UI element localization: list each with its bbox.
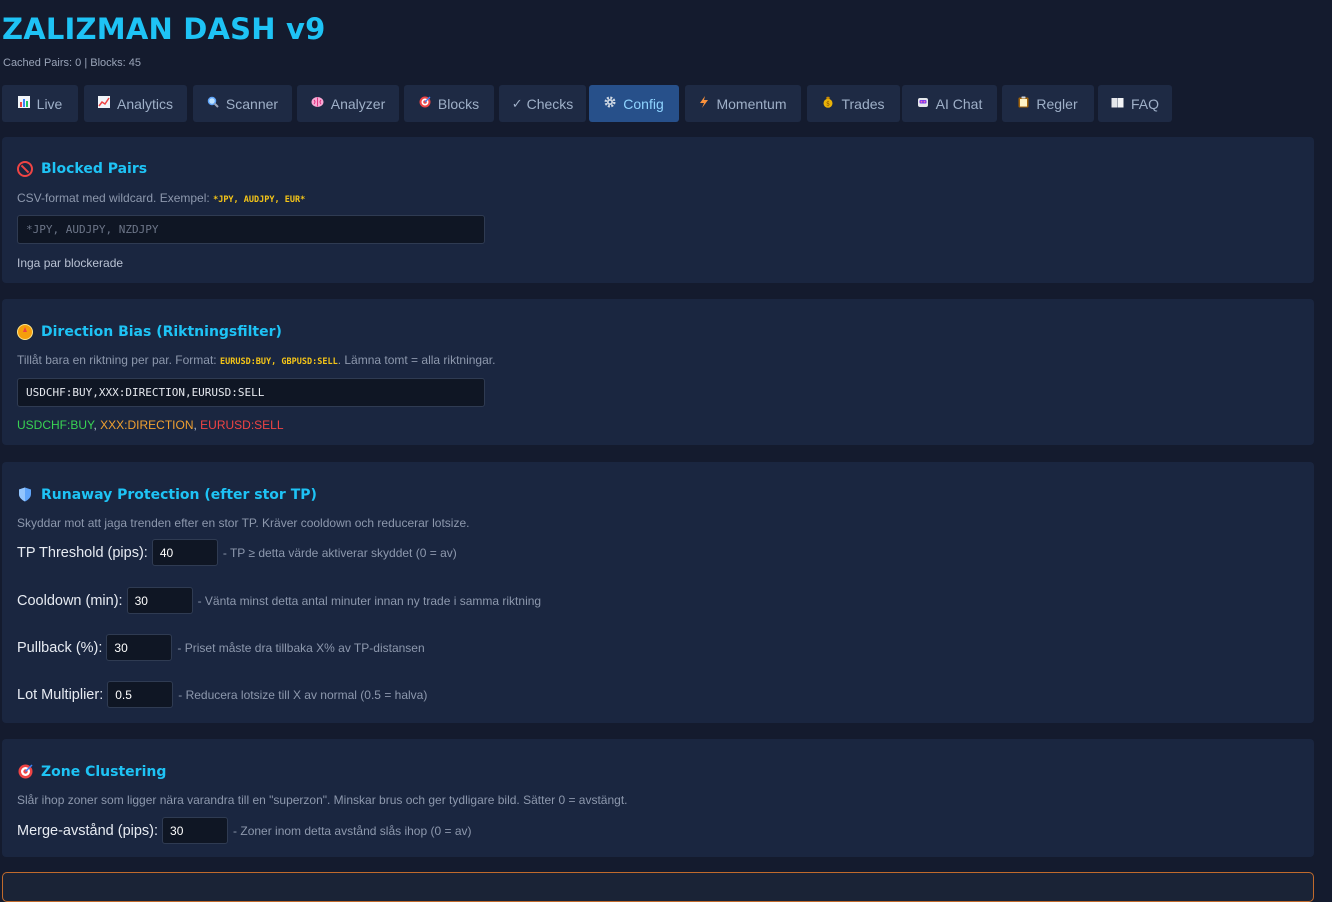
bar-chart-icon <box>17 96 30 111</box>
book-icon <box>1111 97 1124 111</box>
bias-token-direction: XXX:DIRECTION <box>100 418 194 432</box>
tab-label: Config <box>623 95 664 112</box>
tab-label: Analyzer <box>330 95 386 112</box>
cooldown-label: Cooldown (min): <box>17 592 123 609</box>
svg-text:$: $ <box>827 101 831 108</box>
target-icon <box>419 96 431 111</box>
tp-threshold-hint: - TP ≥ detta värde aktiverar skyddet (0 … <box>222 545 457 560</box>
prohibited-icon <box>17 161 33 177</box>
blocked-pairs-description: CSV-format med wildcard. Exempel: *JPY, … <box>17 191 306 205</box>
tab-analytics[interactable]: Analytics <box>84 85 187 122</box>
runaway-protection-description: Skyddar mot att jaga trenden efter en st… <box>17 516 470 530</box>
tab-label: Regler <box>1036 95 1078 112</box>
magnifier-icon <box>207 96 219 111</box>
merge-distance-row: Merge-avstånd (pips): - Zoner inom detta… <box>17 817 471 844</box>
tab-label: Analytics <box>116 95 174 112</box>
bias-token-buy: USDCHF:BUY <box>17 418 94 432</box>
tab-faq[interactable]: FAQ <box>1098 85 1172 122</box>
blocked-pairs-title: Blocked Pairs <box>17 161 147 177</box>
tab-checks[interactable]: ✓ Checks <box>499 85 586 122</box>
cooldown-input[interactable] <box>126 587 193 614</box>
tab-ai-chat[interactable]: AI Chat <box>902 85 997 122</box>
clipboard-icon <box>1018 96 1029 111</box>
compass-icon <box>17 324 33 340</box>
cooldown-row: Cooldown (min): - Vänta minst detta anta… <box>17 587 541 614</box>
lot-multiplier-label: Lot Multiplier: <box>17 686 104 703</box>
zone-clustering-description: Slår ihop zoner som ligger nära varandra… <box>17 793 628 807</box>
gear-icon <box>604 96 616 111</box>
merge-distance-label: Merge-avstånd (pips): <box>17 822 159 839</box>
tab-label: Scanner <box>225 95 279 112</box>
tab-label: AI Chat <box>935 95 983 112</box>
tab-momentum[interactable]: Momentum <box>685 85 801 122</box>
direction-bias-input[interactable] <box>17 378 485 407</box>
direction-bias-description: Tillåt bara en riktning per par. Format:… <box>17 353 496 367</box>
shield-icon <box>17 487 33 503</box>
direction-bias-title: Direction Bias (Riktningsfilter) <box>17 324 282 340</box>
pullback-input[interactable] <box>106 634 173 661</box>
runaway-protection-title: Runaway Protection (efter stor TP) <box>17 487 317 503</box>
direction-bias-example: EURUSD:BUY, GBPUSD:SELL <box>219 357 338 367</box>
zone-clustering-title: Zone Clustering <box>17 764 166 780</box>
tab-config[interactable]: Config <box>589 85 679 122</box>
tab-label: Checks <box>526 95 574 112</box>
brain-icon <box>311 96 324 111</box>
target-icon <box>17 764 33 780</box>
zone-clustering-panel: Zone Clustering Slår ihop zoner som ligg… <box>2 739 1314 857</box>
tab-label: FAQ <box>1130 95 1159 112</box>
runaway-protection-panel: Runaway Protection (efter stor TP) Skydd… <box>2 462 1314 723</box>
robot-icon <box>917 96 929 111</box>
money-bag-icon: $ <box>822 96 834 111</box>
next-panel-edge <box>2 872 1314 902</box>
tab-label: Blocks <box>437 95 480 112</box>
lot-multiplier-hint: - Reducera lotsize till X av normal (0.5… <box>178 687 428 702</box>
lot-multiplier-input[interactable] <box>107 681 174 708</box>
direction-bias-preview: USDCHF:BUY, XXX:DIRECTION, EURUSD:SELL <box>17 418 284 432</box>
check-icon: ✓ <box>511 95 523 111</box>
tab-label: Live <box>36 95 63 112</box>
tab-regler[interactable]: Regler <box>1002 85 1094 122</box>
tab-trades[interactable]: $ Trades <box>807 85 900 122</box>
tab-label: Momentum <box>716 95 787 112</box>
tab-live[interactable]: Live <box>2 85 78 122</box>
tab-blocks[interactable]: Blocks <box>404 85 494 122</box>
blocked-pairs-panel: Blocked Pairs CSV-format med wildcard. E… <box>2 137 1314 283</box>
cache-status: Cached Pairs: 0 | Blocks: 45 <box>3 57 141 69</box>
bias-token-sell: EURUSD:SELL <box>200 418 284 432</box>
direction-bias-panel: Direction Bias (Riktningsfilter) Tillåt … <box>2 299 1314 445</box>
app-title: ZALIZMAN DASH v9 <box>2 12 326 46</box>
tab-scanner[interactable]: Scanner <box>193 85 292 122</box>
tab-label: Trades <box>841 95 885 112</box>
lot-multiplier-row: Lot Multiplier: - Reducera lotsize till … <box>17 681 427 708</box>
tab-analyzer[interactable]: Analyzer <box>297 85 399 122</box>
merge-distance-input[interactable] <box>162 817 229 844</box>
blocked-pairs-status: Inga par blockerade <box>17 256 124 270</box>
tp-threshold-input[interactable] <box>151 539 218 566</box>
pullback-hint: - Priset måste dra tillbaka X% av TP-dis… <box>177 640 425 655</box>
cooldown-hint: - Vänta minst detta antal minuter innan … <box>197 593 542 608</box>
tp-threshold-label: TP Threshold (pips): <box>17 544 148 561</box>
merge-distance-hint: - Zoner inom detta avstånd slås ihop (0 … <box>233 823 472 838</box>
pullback-row: Pullback (%): - Priset måste dra tillbak… <box>17 634 425 661</box>
blocked-pairs-input[interactable] <box>17 215 485 244</box>
blocked-pairs-example: *JPY, AUDJPY, EUR* <box>213 195 306 205</box>
lightning-icon <box>699 96 709 111</box>
tp-threshold-row: TP Threshold (pips): - TP ≥ detta värde … <box>17 539 457 566</box>
trend-chart-icon <box>97 96 110 111</box>
pullback-label: Pullback (%): <box>17 639 103 656</box>
